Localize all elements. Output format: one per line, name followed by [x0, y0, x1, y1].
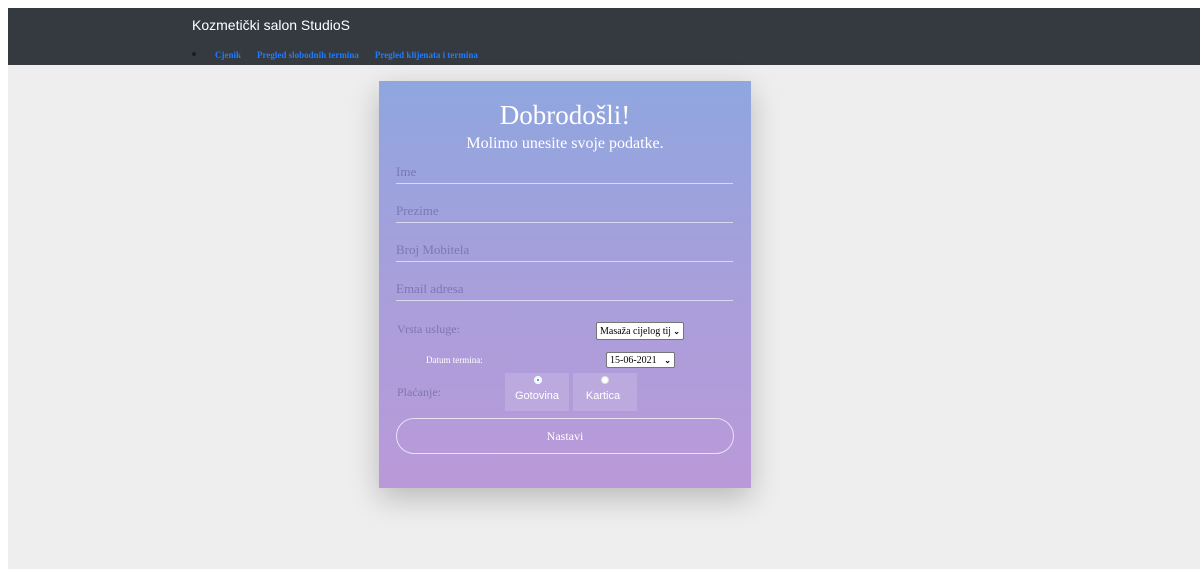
payment-option-kartica[interactable]: Kartica [573, 373, 637, 411]
payment-option-label: Kartica [585, 390, 621, 402]
radio-selected-icon[interactable] [534, 376, 542, 384]
nav-link-slobodni-termini[interactable]: Pregled slobodnih termina [257, 50, 359, 60]
date-select-value: 15-06-2021 [610, 354, 657, 366]
payment-label: Plaćanje: [397, 385, 441, 399]
date-select[interactable]: 15-06-2021 ⌄ [606, 352, 675, 368]
payment-option-label: Gotovina [514, 390, 560, 402]
payment-option-gotovina[interactable]: Gotovina [505, 373, 569, 411]
last-name-input[interactable] [396, 200, 733, 223]
phone-input[interactable] [396, 239, 733, 262]
booking-form-card: Dobrodošli! Molimo unesite svoje podatke… [379, 81, 751, 488]
date-label: Datum termina: [426, 355, 483, 365]
email-input[interactable] [396, 278, 733, 301]
nav-menu: Cjenik Pregled slobodnih termina Pregled… [192, 45, 494, 63]
page-viewport: Kozmetički salon StudioS Cjenik Pregled … [8, 8, 1200, 569]
service-select-value: Masaža cijelog tijela [600, 325, 671, 337]
navbar: Kozmetički salon StudioS Cjenik Pregled … [8, 8, 1200, 65]
chevron-down-icon: ⌄ [673, 326, 680, 336]
chevron-down-icon: ⌄ [664, 355, 671, 365]
form-subtitle: Molimo unesite svoje podatke. [466, 135, 664, 152]
service-label: Vrsta usluge: [397, 322, 460, 336]
service-select[interactable]: Masaža cijelog tijela ⌄ [596, 322, 684, 340]
nav-bullet [192, 52, 196, 56]
nav-link-klijenti-termini[interactable]: Pregled klijenata i termina [375, 50, 478, 60]
nav-link-cjenik[interactable]: Cjenik [215, 50, 241, 60]
continue-button[interactable]: Nastavi [396, 418, 734, 454]
first-name-input[interactable] [396, 161, 733, 184]
brand-title[interactable]: Kozmetički salon StudioS [192, 17, 350, 33]
radio-unselected-icon[interactable] [601, 376, 609, 384]
form-title: Dobrodošli! [499, 100, 631, 130]
